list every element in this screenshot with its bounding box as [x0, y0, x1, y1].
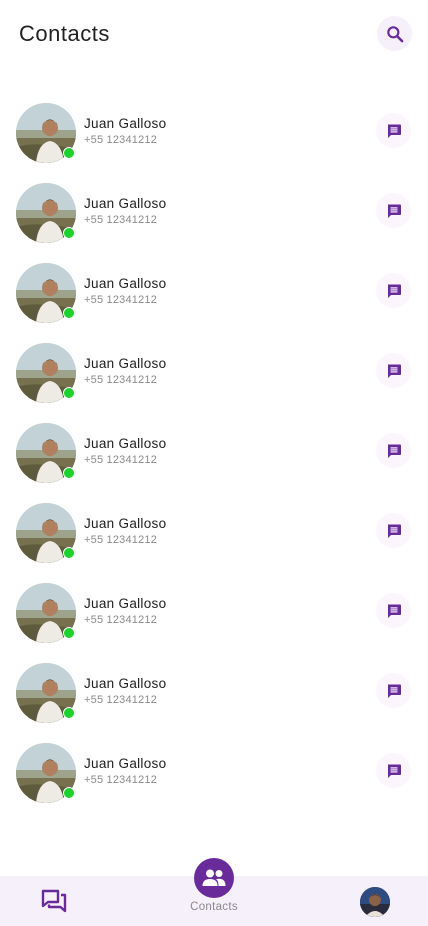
online-status-dot — [63, 547, 75, 559]
contact-row[interactable]: Juan Galloso +55 12341212 — [0, 413, 428, 493]
nav-contacts-button[interactable] — [194, 858, 234, 898]
contact-name: Juan Galloso — [84, 676, 167, 691]
chat-icon — [387, 764, 401, 778]
contact-name: Juan Galloso — [84, 276, 167, 291]
contact-name: Juan Galloso — [84, 516, 167, 531]
message-button[interactable] — [376, 513, 411, 548]
contact-phone: +55 12341212 — [84, 774, 158, 786]
nav-contacts-label: Contacts — [190, 901, 238, 913]
contact-avatar-wrap — [16, 343, 76, 403]
nav-chats-button[interactable] — [40, 888, 68, 914]
contact-avatar-wrap — [16, 103, 76, 163]
chat-icon — [387, 364, 401, 378]
contact-phone: +55 12341212 — [84, 374, 158, 386]
contact-phone: +55 12341212 — [84, 694, 158, 706]
contact-phone: +55 12341212 — [84, 454, 158, 466]
contact-name: Juan Galloso — [84, 436, 167, 451]
contact-name: Juan Galloso — [84, 116, 167, 131]
message-button[interactable] — [376, 433, 411, 468]
contact-row[interactable]: Juan Galloso +55 12341212 — [0, 333, 428, 413]
online-status-dot — [63, 227, 75, 239]
people-icon — [202, 869, 226, 886]
contact-row[interactable]: Juan Galloso +55 12341212 — [0, 253, 428, 333]
search-button[interactable] — [377, 16, 412, 51]
online-status-dot — [63, 707, 75, 719]
contact-name: Juan Galloso — [84, 596, 167, 611]
contact-row[interactable]: Juan Galloso +55 12341212 — [0, 93, 428, 173]
contact-name: Juan Galloso — [84, 196, 167, 211]
contact-phone: +55 12341212 — [84, 214, 158, 226]
message-button[interactable] — [376, 273, 411, 308]
contact-phone: +55 12341212 — [84, 614, 158, 626]
message-button[interactable] — [376, 753, 411, 788]
contact-phone: +55 12341212 — [84, 534, 158, 546]
chat-icon — [387, 284, 401, 298]
nav-profile-avatar[interactable] — [360, 887, 390, 917]
contact-avatar-wrap — [16, 583, 76, 643]
contact-avatar-wrap — [16, 263, 76, 323]
profile-avatar — [360, 887, 390, 917]
contact-row[interactable]: Juan Galloso +55 12341212 — [0, 493, 428, 573]
contact-avatar-wrap — [16, 423, 76, 483]
contact-avatar-wrap — [16, 743, 76, 803]
chat-icon — [387, 604, 401, 618]
online-status-dot — [63, 467, 75, 479]
online-status-dot — [63, 387, 75, 399]
message-button[interactable] — [376, 353, 411, 388]
online-status-dot — [63, 787, 75, 799]
contact-list: Juan Galloso +55 12341212 Juan Galloso +… — [0, 93, 428, 813]
contact-row[interactable]: Juan Galloso +55 12341212 — [0, 653, 428, 733]
search-icon — [386, 25, 403, 42]
contact-avatar-wrap — [16, 183, 76, 243]
app-header: Contacts — [0, 0, 428, 70]
contact-name: Juan Galloso — [84, 756, 167, 771]
page-title: Contacts — [19, 21, 110, 46]
chat-icon — [387, 684, 401, 698]
chat-icon — [387, 444, 401, 458]
online-status-dot — [63, 147, 75, 159]
chat-icon — [387, 124, 401, 138]
contact-avatar-wrap — [16, 503, 76, 563]
contact-name: Juan Galloso — [84, 356, 167, 371]
online-status-dot — [63, 307, 75, 319]
chat-icon — [387, 524, 401, 538]
contact-avatar-wrap — [16, 663, 76, 723]
contact-phone: +55 12341212 — [84, 134, 158, 146]
forum-icon — [41, 889, 67, 913]
contact-phone: +55 12341212 — [84, 294, 158, 306]
online-status-dot — [63, 627, 75, 639]
chat-icon — [387, 204, 401, 218]
message-button[interactable] — [376, 673, 411, 708]
contact-row[interactable]: Juan Galloso +55 12341212 — [0, 173, 428, 253]
message-button[interactable] — [376, 593, 411, 628]
contact-row[interactable]: Juan Galloso +55 12341212 — [0, 733, 428, 813]
message-button[interactable] — [376, 193, 411, 228]
message-button[interactable] — [376, 113, 411, 148]
contact-row[interactable]: Juan Galloso +55 12341212 — [0, 573, 428, 653]
